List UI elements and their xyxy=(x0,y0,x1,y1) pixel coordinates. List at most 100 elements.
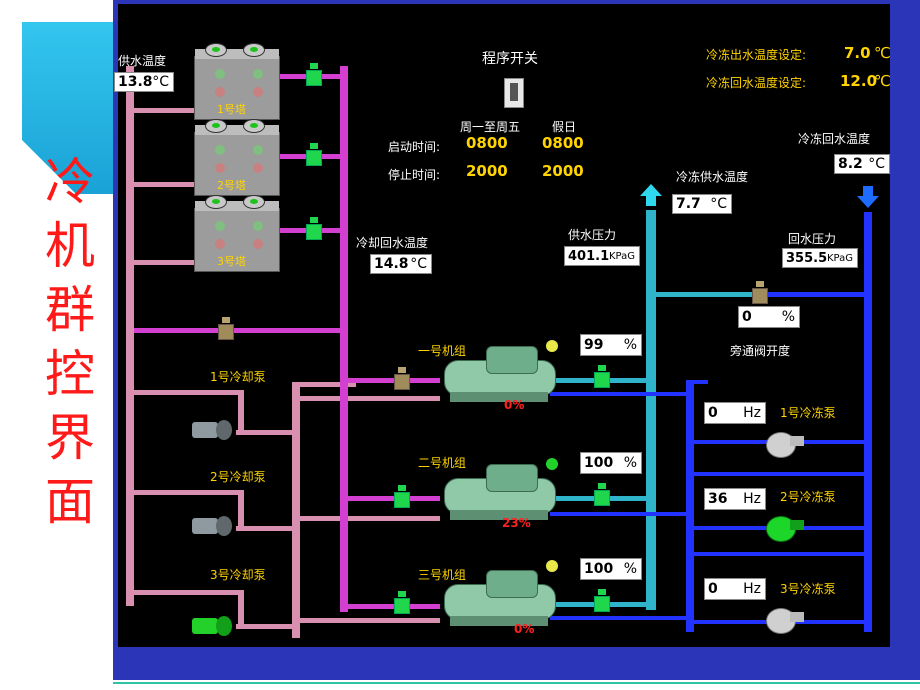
chiller-1-evap-valve-icon[interactable] xyxy=(594,365,610,388)
bypass-pipe-return xyxy=(758,292,864,297)
fan-icon xyxy=(205,195,227,209)
supply-temp-readout: 13.8 °C xyxy=(114,72,174,92)
chilled-supply-riser xyxy=(646,210,656,610)
tower-1-label: 1号塔 xyxy=(217,103,246,116)
slide-title: 冷 机 群 控 界 面 xyxy=(38,150,102,534)
tower2-inlet-pipe xyxy=(134,182,194,187)
chiller-2-valve-value: 100 xyxy=(584,455,614,471)
chiller-2-evap-valve-icon[interactable] xyxy=(594,483,610,506)
holiday-stop-time[interactable]: 2000 xyxy=(542,162,584,180)
chiller-2-unit[interactable] xyxy=(444,464,556,520)
chiller2-cond-inlet xyxy=(300,516,440,521)
supply-setpoint-unit: ℃ xyxy=(874,44,891,62)
chilled-return-temp-unit: °C xyxy=(868,156,885,172)
chilled-pump-1-unit: Hz xyxy=(743,405,761,421)
slide-title-char: 冷 xyxy=(45,153,95,211)
holiday-start-time[interactable]: 0800 xyxy=(542,134,584,152)
cooling-tower-2[interactable]: 2号塔 xyxy=(194,119,280,196)
chilled-pump2-inlet xyxy=(694,552,864,556)
bypass-pipe-supply xyxy=(656,292,758,297)
fan-icon xyxy=(205,43,227,57)
stop-time-label: 停止时间: xyxy=(388,168,441,182)
fan-icon xyxy=(243,43,265,57)
tower3-valve-icon[interactable] xyxy=(306,217,322,240)
chilled-pump-2-icon[interactable] xyxy=(766,512,804,542)
chiller-3-evap-valve-icon[interactable] xyxy=(594,589,610,612)
pump3-drop xyxy=(238,590,244,624)
supply-flow-arrow-stem xyxy=(646,196,656,206)
chilled-supply-temp-value: 7.7 xyxy=(676,196,701,212)
return-pressure-unit: KPaG xyxy=(826,252,853,264)
pump-discharge-header xyxy=(292,382,300,638)
return-flow-arrow-icon xyxy=(857,196,879,208)
slide-title-char: 机 xyxy=(45,217,95,275)
chiller2-evap-inlet xyxy=(550,512,686,516)
supply-setpoint-value[interactable]: 7.0 xyxy=(844,44,871,62)
supply-pressure-value: 401.1 xyxy=(568,248,610,264)
chilled-pump-2-unit: Hz xyxy=(743,491,761,507)
chilled-pump-2-freq: 36 xyxy=(708,491,728,507)
chilled-supply-temp-readout: 7.7 °C xyxy=(672,194,732,214)
chiller-1-load: 0% xyxy=(504,398,525,412)
cooling-pump-1-icon[interactable] xyxy=(192,420,232,440)
chilled-pump-1-freq: 0 xyxy=(708,405,718,421)
weekday-stop-time[interactable]: 2000 xyxy=(466,162,508,180)
cooling-pump-2-label: 2号冷却泵 xyxy=(210,470,266,484)
cooling-pump-3-icon[interactable] xyxy=(192,616,232,636)
chiller-3-valve-readout: 100 % xyxy=(580,558,642,580)
chiller3-evap-inlet xyxy=(550,616,686,620)
pump2-branch xyxy=(134,490,244,495)
program-switch-toggle[interactable] xyxy=(504,78,524,108)
holiday-header: 假日 xyxy=(552,120,577,134)
cooling-pump-2-icon[interactable] xyxy=(192,516,232,536)
chiller-1-unit[interactable] xyxy=(444,346,556,402)
weekday-header: 周一至周五 xyxy=(460,120,521,134)
tower1-valve-icon[interactable] xyxy=(306,63,322,86)
bypass-valve-icon[interactable] xyxy=(752,281,768,304)
return-flow-arrow-stem xyxy=(863,186,873,196)
tower-bypass-valve-icon[interactable] xyxy=(218,317,234,340)
chiller3-cond-inlet xyxy=(300,618,440,623)
cooling-tower-1[interactable]: 1号塔 xyxy=(194,43,280,120)
frame-bottom-bar xyxy=(113,652,920,680)
bottom-accent-line xyxy=(113,682,920,684)
return-setpoint-unit: ℃ xyxy=(874,72,891,90)
tower-2-label: 2号塔 xyxy=(217,179,246,192)
cooling-tower-3[interactable]: 3号塔 xyxy=(194,195,280,272)
pump1-branch xyxy=(134,390,244,395)
weekday-start-time[interactable]: 0800 xyxy=(466,134,508,152)
slide-title-char: 控 xyxy=(45,345,95,403)
chilled-pump-3-icon[interactable] xyxy=(766,604,804,634)
chilled-pump-header xyxy=(686,380,694,632)
chilled-pump-3-freq: 0 xyxy=(708,581,718,597)
pump2-discharge xyxy=(236,526,296,531)
chilled-supply-temp-label: 冷冻供水温度 xyxy=(676,170,749,184)
bypass-valve-value: 0 xyxy=(742,309,752,325)
chiller1-evap-inlet xyxy=(550,392,686,396)
pump3-branch xyxy=(134,590,244,595)
chilled-pump-1-label: 1号冷冻泵 xyxy=(780,406,836,420)
chilled-return-riser xyxy=(864,212,872,632)
supply-temp-label: 供水温度 xyxy=(118,54,167,68)
tower3-inlet-pipe xyxy=(134,260,194,265)
program-switch-label: 程序开关 xyxy=(482,51,538,67)
return-pressure-label: 回水压力 xyxy=(788,232,837,246)
chilled-return-temp-readout: 8.2 °C xyxy=(834,154,890,174)
chiller-3-valve-value: 100 xyxy=(584,561,614,577)
chiller-3-valve-unit: % xyxy=(623,561,637,577)
return-setpoint-value[interactable]: 12.0 xyxy=(840,72,877,90)
tower2-valve-icon[interactable] xyxy=(306,143,322,166)
chiller-1-cond-valve-icon[interactable] xyxy=(394,367,410,390)
slide-title-char: 界 xyxy=(45,409,95,467)
chiller-2-cond-valve-icon[interactable] xyxy=(394,485,410,508)
cooling-return-temp-unit: °C xyxy=(410,256,427,272)
supply-temp-value: 13.8 xyxy=(118,74,153,90)
cooling-supply-riser xyxy=(126,66,134,606)
slide-title-char: 面 xyxy=(45,473,95,531)
chiller-3-cond-valve-icon[interactable] xyxy=(394,591,410,614)
bypass-valve-label: 旁通阀开度 xyxy=(730,344,791,358)
fan-icon xyxy=(243,119,265,133)
chiller-3-unit[interactable] xyxy=(444,570,556,626)
chilled-pump-1-icon[interactable] xyxy=(766,428,804,458)
pump1-discharge xyxy=(236,430,296,435)
